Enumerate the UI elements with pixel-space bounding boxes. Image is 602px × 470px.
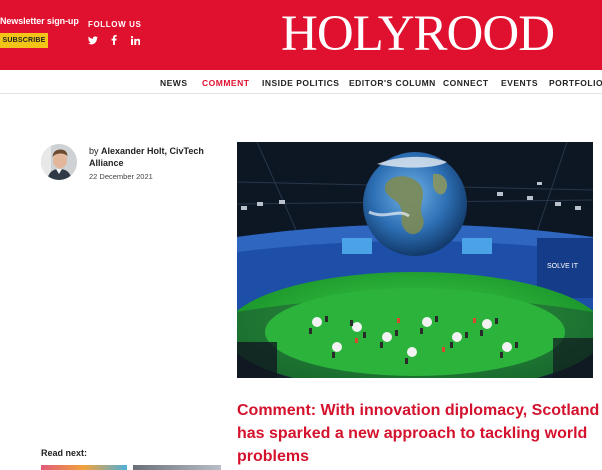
subscribe-button[interactable]: SUBSCRIBE — [0, 33, 48, 48]
read-next-thumbnail[interactable] — [133, 465, 221, 470]
article-title: Comment: With innovation diplomacy, Scot… — [237, 402, 600, 465]
nav-item-events[interactable]: EVENTS — [501, 78, 538, 88]
read-next-thumbnail[interactable] — [41, 465, 127, 470]
nav-item-comment[interactable]: COMMENT — [202, 78, 249, 88]
newsletter-signup-label[interactable]: Newsletter sign-up — [0, 16, 79, 26]
nav-item-connect[interactable]: CONNECT — [443, 78, 489, 88]
publish-date: 22 December 2021 — [89, 172, 153, 181]
follow-us-label: FOLLOW US — [88, 20, 142, 29]
author-avatar[interactable] — [41, 144, 77, 180]
linkedin-icon[interactable] — [130, 35, 140, 45]
nav-item-editors-column[interactable]: EDITOR'S COLUMN — [349, 78, 436, 88]
facebook-icon[interactable] — [109, 35, 119, 45]
svg-text:SOLVE IT: SOLVE IT — [547, 263, 579, 270]
hero-image: SOLVE IT — [237, 142, 593, 378]
read-next-thumbnails[interactable] — [41, 465, 221, 470]
twitter-icon[interactable] — [88, 35, 98, 45]
social-links — [88, 35, 140, 45]
byline: by Alexander Holt, CivTech Alliance — [89, 145, 229, 169]
nav-item-news[interactable]: NEWS — [160, 78, 188, 88]
holyrood-logo[interactable]: HOLYROOD — [281, 6, 555, 62]
byline-prefix: by — [89, 146, 99, 156]
read-next-heading: Read next: — [41, 448, 88, 458]
main-nav: NEWS COMMENT INSIDE POLITICS EDITOR'S CO… — [0, 70, 602, 94]
nav-item-portfolios[interactable]: PORTFOLIOS — [549, 78, 602, 88]
nav-item-inside-politics[interactable]: INSIDE POLITICS — [262, 78, 339, 88]
site-header: Newsletter sign-up SUBSCRIBE FOLLOW US H… — [0, 0, 602, 70]
author-name[interactable]: Alexander Holt, CivTech Alliance — [89, 146, 204, 168]
